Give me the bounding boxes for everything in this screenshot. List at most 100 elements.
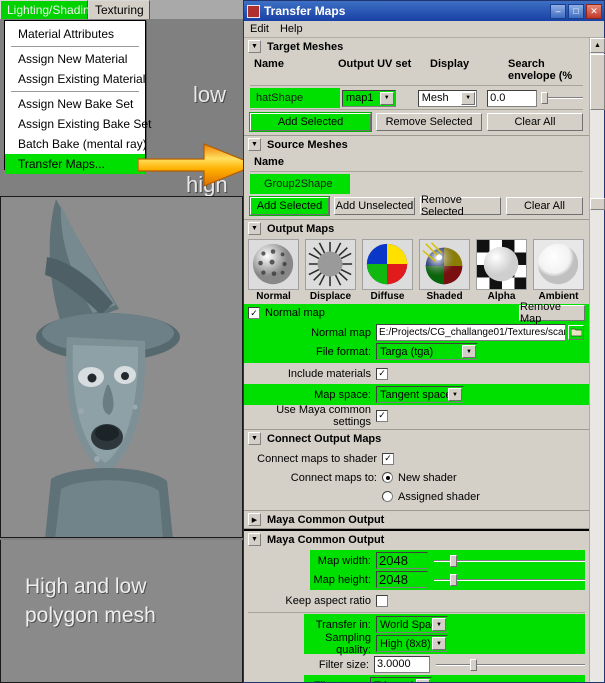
ambient-map-sphere-icon xyxy=(533,239,584,290)
target-add-selected-button[interactable]: Add Selected xyxy=(248,112,373,132)
target-display-dropdown[interactable]: Mesh ▼ xyxy=(417,89,478,107)
sampling-quality-label: Sampling quality: xyxy=(325,631,371,656)
close-button[interactable]: ✕ xyxy=(586,3,602,19)
search-envelope-slider[interactable] xyxy=(541,91,583,105)
maximize-button[interactable]: □ xyxy=(568,3,584,19)
menu-item-assign-existing-material[interactable]: Assign Existing Material xyxy=(5,69,145,89)
menu-edit[interactable]: Edit xyxy=(250,23,269,35)
map-type-diffuse[interactable]: Diffuse xyxy=(360,239,415,302)
map-space-dropdown[interactable]: Tangent space ▼ xyxy=(376,386,464,403)
normal-map-section-header: ✓ Normal map Remove Map xyxy=(244,301,589,325)
search-envelope-field[interactable]: 0.0 xyxy=(487,89,537,107)
target-mesh-name[interactable]: hatShape xyxy=(250,88,340,108)
window-titlebar[interactable]: Transfer Maps – □ ✕ xyxy=(244,1,604,21)
radio-assigned-shader[interactable] xyxy=(382,491,393,502)
use-common-settings-row: Use Maya common settings ✓ xyxy=(248,404,585,428)
menu-item-transfer-maps[interactable]: Transfer Maps... xyxy=(5,154,145,174)
collapse-triangle-down-icon[interactable]: ▼ xyxy=(248,222,261,235)
remove-map-button[interactable]: Remove Map xyxy=(519,301,585,325)
keep-aspect-checkbox[interactable] xyxy=(376,594,388,607)
map-width-slider[interactable] xyxy=(434,554,585,568)
normal-map-path-field[interactable]: E:/Projects/CG_challange01/Textures/scar… xyxy=(376,324,566,341)
filter-type-label: Filter type: xyxy=(304,680,370,683)
slider-knob[interactable] xyxy=(541,92,548,104)
frame-title-output-maps: Output Maps xyxy=(267,222,335,235)
slider-knob[interactable] xyxy=(470,658,477,671)
menu-item-material-attributes[interactable]: Material Attributes xyxy=(5,24,145,44)
frame-header-target-meshes[interactable]: ▼ Target Meshes xyxy=(244,38,589,55)
tab-lighting-shading[interactable]: Lighting/Shading xyxy=(0,0,96,19)
connect-to-shader-checkbox[interactable]: ✓ xyxy=(382,452,394,465)
map-height-slider[interactable] xyxy=(434,573,585,587)
alpha-map-sphere-icon xyxy=(476,239,527,290)
map-width-field[interactable]: 2048 xyxy=(376,552,428,569)
map-type-ambient[interactable]: Ambient xyxy=(531,239,586,302)
menu-item-assign-new-bake-set[interactable]: Assign New Bake Set xyxy=(5,94,145,114)
filter-size-slider[interactable] xyxy=(436,658,585,672)
window-body: ▼ Target Meshes Name Output UV set Displ… xyxy=(244,38,605,683)
source-clear-all-button[interactable]: Clear All xyxy=(505,197,583,215)
scrollbar-grip[interactable] xyxy=(590,198,605,210)
menu-item-assign-new-material[interactable]: Assign New Material xyxy=(5,49,145,69)
source-mesh-row[interactable]: Group2Shape xyxy=(250,174,583,194)
scrollbar-thumb[interactable] xyxy=(590,54,605,110)
frame-header-output-maps[interactable]: ▼ Output Maps xyxy=(244,220,589,237)
target-clear-all-button[interactable]: Clear All xyxy=(486,113,583,131)
frame-header-maya-common-output-collapsed[interactable]: ▶ Maya Common Output xyxy=(244,511,589,528)
expand-triangle-right-icon[interactable]: ▶ xyxy=(248,513,261,526)
sampling-quality-value: High (8x8) xyxy=(380,637,431,650)
map-type-displace[interactable]: Displace xyxy=(303,239,358,302)
map-type-normal[interactable]: Normal xyxy=(246,239,301,302)
map-type-alpha[interactable]: Alpha xyxy=(474,239,529,302)
chevron-down-icon[interactable]: ▼ xyxy=(462,345,476,358)
chevron-down-icon[interactable]: ▼ xyxy=(379,91,394,105)
collapse-triangle-down-icon[interactable]: ▼ xyxy=(248,533,261,546)
orange-arrow-icon xyxy=(138,143,258,187)
target-mesh-row[interactable]: hatShape map1 ▼ Mesh ▼ 0.0 xyxy=(250,88,583,108)
source-add-unselected-button[interactable]: Add Unselected xyxy=(334,197,415,215)
radio-new-shader[interactable] xyxy=(382,472,393,483)
chevron-down-icon[interactable]: ▼ xyxy=(416,679,430,682)
chevron-down-icon[interactable]: ▼ xyxy=(461,91,476,105)
chevron-down-icon[interactable]: ▼ xyxy=(432,637,446,650)
frame-header-source-meshes[interactable]: ▼ Source Meshes xyxy=(244,136,589,153)
vertical-scrollbar[interactable]: ▲ xyxy=(589,38,605,682)
source-add-selected-button[interactable]: Add Selected xyxy=(248,196,331,216)
file-format-dropdown[interactable]: Targa (tga) ▼ xyxy=(376,343,478,360)
slider-knob[interactable] xyxy=(450,554,457,567)
chevron-down-icon[interactable]: ▼ xyxy=(448,388,462,401)
include-materials-checkbox[interactable]: ✓ xyxy=(376,367,388,380)
chevron-down-icon[interactable]: ▼ xyxy=(432,618,446,631)
frame-header-connect-output-maps[interactable]: ▼ Connect Output Maps xyxy=(244,430,589,447)
browse-folder-icon[interactable] xyxy=(568,325,584,340)
sampling-quality-dropdown[interactable]: High (8x8) ▼ xyxy=(376,635,448,652)
caption-text: High and low polygon mesh xyxy=(25,575,156,627)
minimize-button[interactable]: – xyxy=(550,3,566,19)
menu-item-assign-existing-bake-set[interactable]: Assign Existing Bake Set xyxy=(5,114,151,134)
source-mesh-name[interactable]: Group2Shape xyxy=(250,174,350,194)
scroll-up-arrow-icon[interactable]: ▲ xyxy=(590,38,605,53)
frame-header-maya-common-output[interactable]: ▼ Maya Common Output xyxy=(244,531,589,548)
slider-knob[interactable] xyxy=(450,573,457,586)
normal-map-enabled-checkbox[interactable]: ✓ xyxy=(248,307,260,319)
menu-help[interactable]: Help xyxy=(280,23,303,35)
filter-type-dropdown[interactable]: Triangular ▼ xyxy=(370,677,432,682)
transfer-in-dropdown[interactable]: World Space ▼ xyxy=(376,616,448,633)
use-common-settings-checkbox[interactable]: ✓ xyxy=(376,409,388,422)
collapse-triangle-down-icon[interactable]: ▼ xyxy=(248,138,261,151)
slider-track xyxy=(436,663,585,666)
target-uv-set-dropdown[interactable]: map1 ▼ xyxy=(342,89,396,107)
target-remove-selected-button[interactable]: Remove Selected xyxy=(376,113,482,131)
tab-texturing[interactable]: Texturing xyxy=(88,0,150,19)
collapse-triangle-down-icon[interactable]: ▼ xyxy=(248,432,261,445)
source-remove-selected-button[interactable]: Remove Selected xyxy=(419,194,501,218)
map-type-shaded[interactable]: Shaded xyxy=(417,239,472,302)
frame-title-connect-output-maps: Connect Output Maps xyxy=(267,432,382,445)
menu-item-batch-bake[interactable]: Batch Bake (mental ray) xyxy=(5,134,147,154)
map-height-field[interactable]: 2048 xyxy=(376,571,428,588)
map-space-row: Map space: Tangent space ▼ xyxy=(248,385,585,404)
filter-size-field[interactable]: 3.0000 xyxy=(374,656,430,673)
target-mesh-buttons: Add Selected Remove Selected Clear All xyxy=(248,112,583,132)
collapse-triangle-down-icon[interactable]: ▼ xyxy=(248,40,261,53)
connect-maps-to-label: Connect maps to: xyxy=(290,471,377,484)
